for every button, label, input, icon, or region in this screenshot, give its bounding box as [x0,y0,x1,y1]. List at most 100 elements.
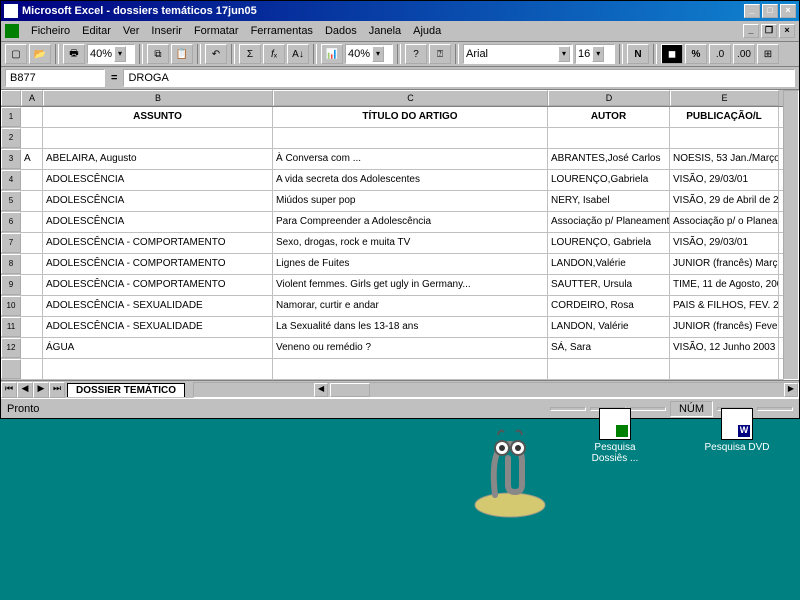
doc-close-button[interactable]: × [779,24,795,38]
cell[interactable]: À Conversa com ... [273,149,548,169]
cell[interactable] [21,296,43,316]
close-button[interactable]: × [780,4,796,18]
horizontal-scrollbar[interactable]: ◀ ▶ [193,382,799,398]
clippy-assistant[interactable] [460,420,560,520]
doc-minimize-button[interactable]: _ [743,24,759,38]
cell[interactable]: La Sexualité dans les 13-18 ans [273,317,548,337]
cell[interactable] [548,359,670,379]
cell[interactable]: VISÃO, 29/03/01 [670,233,779,253]
cell[interactable] [21,212,43,232]
desktop-icon-pesquisa-dvd[interactable]: W Pesquisa DVD [702,408,772,453]
maximize-button[interactable]: □ [762,4,778,18]
cell[interactable]: ADOLESCÊNCIA [43,191,273,211]
cell[interactable]: ADOLESCÊNCIA - SEXUALIDADE [43,317,273,337]
menu-ficheiro[interactable]: Ficheiro [25,23,76,39]
scroll-thumb[interactable] [330,383,370,397]
tab-nav-next[interactable]: ▶ [33,382,49,398]
col-header-b[interactable]: B [43,90,273,106]
row-header[interactable]: 11 [1,317,21,337]
cell[interactable]: PAIS & FILHOS, FEV. 20 [670,296,779,316]
cell[interactable]: VISÃO, 29/03/01 [670,170,779,190]
tab-nav-prev[interactable]: ◀ [17,382,33,398]
decrease-decimal-button[interactable]: .0 [709,44,731,64]
cell[interactable]: ADOLESCÊNCIA - COMPORTAMENTO [43,275,273,295]
cell[interactable] [21,107,43,127]
cell[interactable] [273,359,548,379]
cell[interactable]: PUBLICAÇÃO/L [670,107,779,127]
cell[interactable] [21,128,43,148]
cell[interactable] [21,359,43,379]
row-header[interactable]: 2 [1,128,21,148]
cell[interactable]: Associação p/ o Planea [670,212,779,232]
cell[interactable]: VISÃO, 12 Junho 2003 [670,338,779,358]
cell[interactable] [21,338,43,358]
fontsize-combo[interactable]: 16 ▾ [575,44,615,64]
menu-ver[interactable]: Ver [117,23,146,39]
cell[interactable]: Miúdos super pop [273,191,548,211]
cell[interactable]: ÁGUA [43,338,273,358]
cell[interactable]: LANDON,Valérie [548,254,670,274]
copy-button[interactable]: ⧉ [147,44,169,64]
system-menu-icon[interactable] [5,24,19,38]
menu-dados[interactable]: Dados [319,23,363,39]
cell[interactable] [548,128,670,148]
chart-button[interactable]: 📊 [321,44,343,64]
cell[interactable]: A [21,149,43,169]
cell[interactable] [21,275,43,295]
cell[interactable]: Sexo, drogas, rock e muita TV [273,233,548,253]
cell[interactable]: CORDEIRO, Rosa [548,296,670,316]
row-header[interactable]: 6 [1,212,21,232]
percent-button[interactable]: % [685,44,707,64]
cell[interactable]: Veneno ou remédio ? [273,338,548,358]
font-combo[interactable]: Arial ▾ [463,44,573,64]
row-header[interactable]: 1 [1,107,21,127]
cell[interactable]: ADOLESCÊNCIA - COMPORTAMENTO [43,254,273,274]
col-header-a[interactable]: A [21,90,43,106]
vertical-scrollbar[interactable] [783,90,799,380]
cell[interactable]: LOURENÇO,Gabriela [548,170,670,190]
menu-inserir[interactable]: Inserir [145,23,188,39]
cell[interactable] [21,254,43,274]
dropdown-icon[interactable]: ▾ [372,46,384,62]
function-button[interactable]: fₓ [263,44,285,64]
col-header-c[interactable]: C [273,90,548,106]
grid-body[interactable]: 1ASSUNTOTÍTULO DO ARTIGOAUTORPUBLICAÇÃO/… [1,107,799,380]
cell[interactable]: TÍTULO DO ARTIGO [273,107,548,127]
scroll-left-icon[interactable]: ◀ [314,383,328,397]
col-header-e[interactable]: E [670,90,779,106]
cell[interactable]: ADOLESCÊNCIA [43,170,273,190]
row-header[interactable]: 3 [1,149,21,169]
cell[interactable]: Para Compreender a Adolescência [273,212,548,232]
minimize-button[interactable]: _ [744,4,760,18]
name-box[interactable]: B877 [5,69,105,87]
select-all-corner[interactable] [1,90,21,106]
dropdown-icon[interactable]: ▾ [592,46,604,62]
fill-color-button[interactable]: ◼ [661,44,683,64]
menu-janela[interactable]: Janela [363,23,407,39]
cell[interactable]: Namorar, curtir e andar [273,296,548,316]
dropdown-icon[interactable]: ▾ [114,46,126,62]
formula-input[interactable]: DROGA [123,69,795,87]
cell[interactable] [21,233,43,253]
cell[interactable] [43,359,273,379]
menu-ajuda[interactable]: Ajuda [407,23,447,39]
cell[interactable]: LANDON, Valérie [548,317,670,337]
menu-editar[interactable]: Editar [76,23,117,39]
cell[interactable] [21,170,43,190]
paste-button[interactable]: 📋 [171,44,193,64]
cell[interactable]: ASSUNTO [43,107,273,127]
cell[interactable]: ADOLESCÊNCIA - COMPORTAMENTO [43,233,273,253]
help-button[interactable]: ? [405,44,427,64]
cell[interactable]: JUNIOR (francês) Fever [670,317,779,337]
row-header[interactable]: 12 [1,338,21,358]
scroll-right-icon[interactable]: ▶ [784,383,798,397]
row-header[interactable] [1,359,21,379]
borders-button[interactable]: ⊞ [757,44,779,64]
new-button[interactable]: ▢ [5,44,27,64]
cell[interactable] [43,128,273,148]
cell[interactable]: ADOLESCÊNCIA [43,212,273,232]
doc-restore-button[interactable]: ❐ [761,24,777,38]
cell[interactable] [273,128,548,148]
dropdown-icon[interactable]: ▾ [558,46,570,62]
whatsthis-button[interactable]: ⍰ [429,44,451,64]
